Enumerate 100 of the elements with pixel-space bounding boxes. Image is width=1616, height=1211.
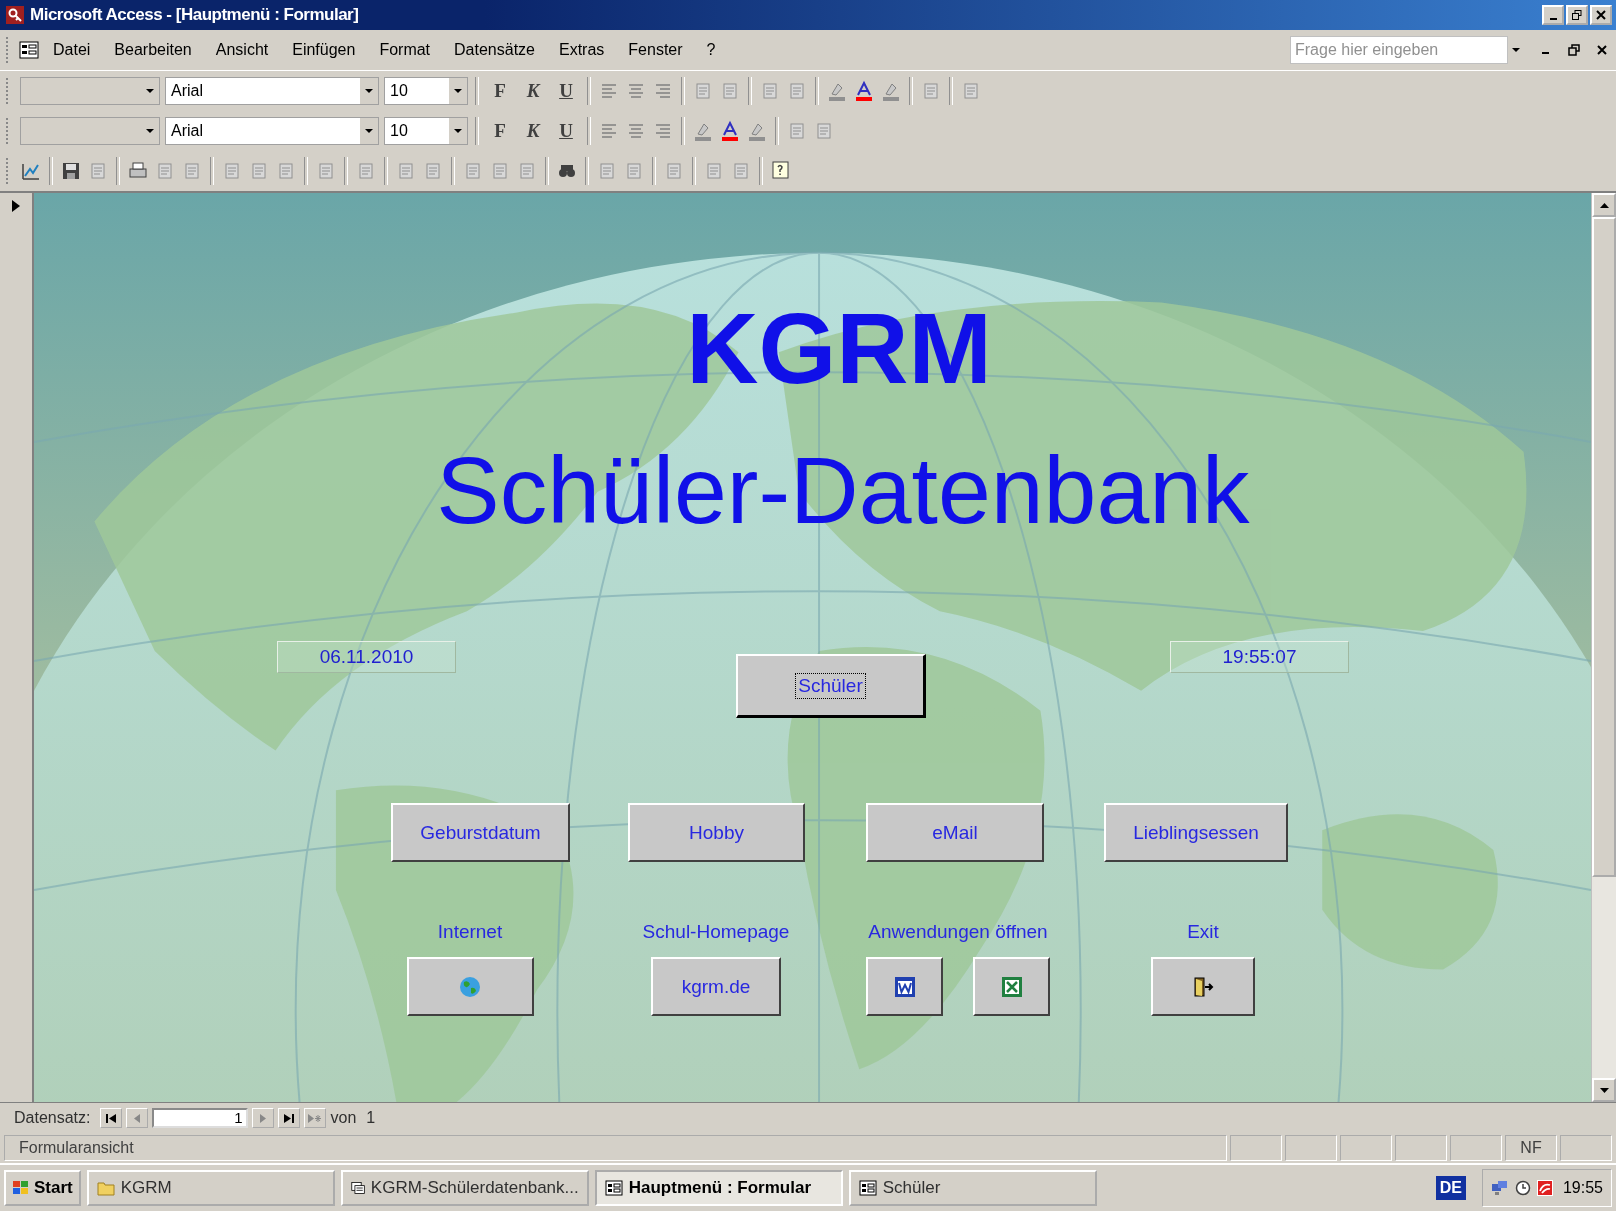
dropdown-caret-icon[interactable] (365, 88, 373, 94)
first-record-button[interactable] (100, 1108, 123, 1128)
form-icon (858, 1180, 877, 1196)
left-arrow-icon (132, 1113, 143, 1123)
menu-item[interactable]: Extras (549, 39, 615, 61)
minimize-icon (1549, 18, 1557, 20)
status-panel (1450, 1135, 1502, 1161)
scroll-up-button[interactable] (1592, 193, 1616, 217)
antivirus-icon[interactable] (1536, 1180, 1553, 1196)
close-icon[interactable] (1596, 44, 1608, 56)
status-panel (1340, 1135, 1392, 1161)
dropdown-caret-icon[interactable] (454, 128, 462, 134)
launcher-label: Exit (1187, 921, 1219, 943)
status-panel (1560, 1135, 1612, 1161)
italic-button[interactable]: K (519, 77, 547, 105)
students-button[interactable]: Schüler (736, 654, 926, 718)
save-icon[interactable] (60, 160, 82, 182)
italic-button[interactable]: K (519, 117, 547, 145)
underline-button[interactable]: U (552, 117, 580, 145)
network-icon[interactable] (1490, 1180, 1509, 1196)
down-arrow-icon (1599, 1087, 1609, 1093)
windows-flag-icon (12, 1180, 30, 1196)
minimize-button[interactable] (1542, 5, 1564, 25)
help-icon[interactable] (770, 160, 792, 182)
dropdown-caret-icon[interactable] (146, 88, 154, 94)
form-button[interactable]: Lieblingsessen (1104, 803, 1288, 862)
font-size-dropdown[interactable]: 10 (384, 117, 468, 145)
spreadsheet-button[interactable] (973, 957, 1050, 1016)
form-button[interactable]: Hobby (628, 803, 805, 862)
access-key-icon (6, 6, 24, 24)
globe-icon (459, 975, 481, 998)
exit-door-button[interactable] (1151, 957, 1255, 1016)
taskbar-button[interactable]: KGRM-Schülerdatenbank... (340, 1170, 589, 1206)
help-search-field[interactable]: Frage hier eingeben (1290, 36, 1508, 64)
first-record-icon (106, 1113, 117, 1123)
form-icon[interactable] (19, 41, 39, 59)
scroll-thumb[interactable] (1592, 217, 1616, 877)
folder-icon (96, 1180, 115, 1196)
last-record-button[interactable] (278, 1108, 301, 1128)
date-field: 06.11.2010 (277, 641, 456, 673)
font-size-dropdown[interactable]: 10 (384, 77, 468, 105)
menu-item[interactable]: Datei (43, 39, 101, 61)
language-indicator[interactable]: DE (1435, 1176, 1466, 1200)
record-count-label: von (330, 1109, 357, 1127)
clock-icon[interactable] (1514, 1180, 1531, 1196)
underline-button[interactable]: U (552, 77, 580, 105)
database-icon (350, 1180, 365, 1196)
spreadsheet-icon (1000, 975, 1023, 998)
record-number-field[interactable]: 1 (152, 1108, 249, 1128)
time-field: 19:55:07 (1170, 641, 1349, 673)
dropdown-caret-icon[interactable] (365, 128, 373, 134)
word-document-icon (893, 975, 916, 998)
bold-button[interactable]: F (486, 77, 514, 105)
start-button[interactable]: Start (4, 1170, 81, 1206)
link-button[interactable]: kgrm.de (651, 957, 781, 1016)
restore-icon (1572, 10, 1582, 20)
status-text: Formularansicht (4, 1135, 1227, 1161)
window-title: Microsoft Access - [Hauptmenü : Formular] (30, 5, 359, 25)
menu-item[interactable]: Ansicht (205, 39, 279, 61)
word-document-button[interactable] (866, 957, 943, 1016)
record-label: Datensatz: (14, 1109, 91, 1127)
menu-item[interactable]: Format (369, 39, 441, 61)
menu-item[interactable]: Bearbeiten (104, 39, 202, 61)
taskbar-button[interactable]: KGRM (86, 1170, 335, 1206)
dropdown-caret-icon[interactable] (1512, 47, 1520, 53)
globe-button[interactable] (406, 957, 534, 1016)
up-arrow-icon (1599, 202, 1609, 208)
status-indicator: NF (1505, 1135, 1557, 1161)
restore-icon[interactable] (1568, 44, 1580, 56)
last-record-icon (284, 1113, 295, 1123)
status-panel (1285, 1135, 1337, 1161)
form-button[interactable]: eMail (866, 803, 1044, 862)
right-arrow-icon (258, 1113, 269, 1123)
exit-door-icon (1192, 975, 1214, 998)
font-dropdown[interactable]: Arial (165, 117, 379, 145)
font-color-icon[interactable] (719, 120, 741, 142)
menu-item[interactable]: Einfügen (282, 39, 366, 61)
font-dropdown[interactable]: Arial (165, 77, 379, 105)
status-panel (1230, 1135, 1282, 1161)
app-title: KGRM (685, 293, 993, 403)
font-color-icon[interactable] (853, 80, 875, 102)
current-record-icon (11, 199, 21, 213)
form-button[interactable]: Geburstdatum (391, 803, 570, 862)
dropdown-caret-icon[interactable] (454, 88, 462, 94)
launcher-label: Anwendungen öffnen (868, 921, 1048, 943)
bold-button[interactable]: F (486, 117, 514, 145)
taskbar-button[interactable]: Hauptmenü : Formular (594, 1170, 843, 1206)
launcher-label: Schul-Homepage (642, 921, 790, 943)
record-count: 1 (366, 1109, 376, 1127)
scroll-down-button[interactable] (1592, 1078, 1616, 1102)
restore-button[interactable] (1566, 5, 1588, 25)
close-button[interactable] (1590, 5, 1612, 25)
dropdown-caret-icon[interactable] (146, 128, 154, 134)
menu-item[interactable]: Fenster (618, 39, 693, 61)
launcher-label: Internet (437, 921, 503, 943)
form-icon (604, 1180, 623, 1196)
taskbar-clock: 19:55 (1562, 1179, 1603, 1197)
menu-item[interactable]: Datensätze (444, 39, 545, 61)
menu-item[interactable]: ? (696, 39, 726, 61)
taskbar-button[interactable]: Schüler (848, 1170, 1097, 1206)
